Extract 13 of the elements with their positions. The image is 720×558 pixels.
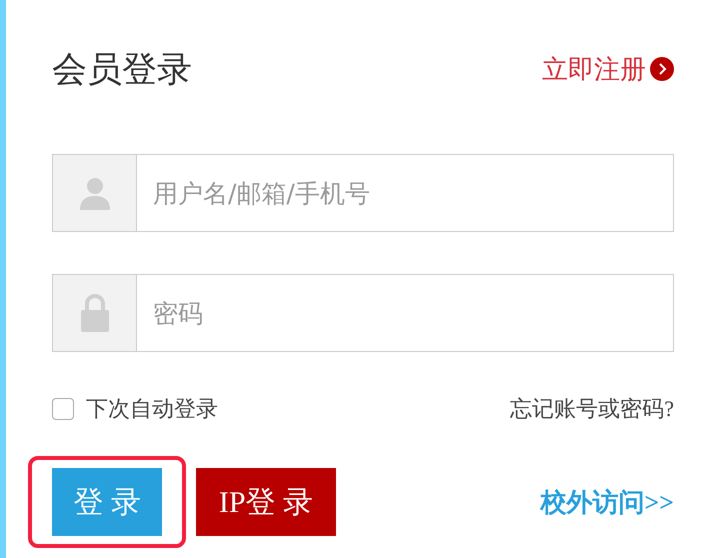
ip-login-button[interactable]: IP登 录 [196, 468, 336, 536]
user-icon [78, 176, 110, 210]
checkbox[interactable] [52, 398, 74, 420]
register-link[interactable]: 立即注册 [542, 52, 674, 86]
login-button[interactable]: 登 录 [52, 468, 162, 536]
remember-label: 下次自动登录 [86, 395, 218, 423]
lock-icon [80, 294, 108, 332]
off-campus-link[interactable]: 校外访问>> [540, 484, 674, 520]
input-field[interactable]: 用户名/邮箱/手机号 [52, 154, 674, 232]
input-field[interactable]: 密码 [52, 274, 674, 352]
forgot-password-link[interactable]: 忘记账号或密码? [510, 394, 674, 424]
chevron-right-icon [650, 57, 674, 81]
login-title: 会员登录 [52, 48, 192, 90]
